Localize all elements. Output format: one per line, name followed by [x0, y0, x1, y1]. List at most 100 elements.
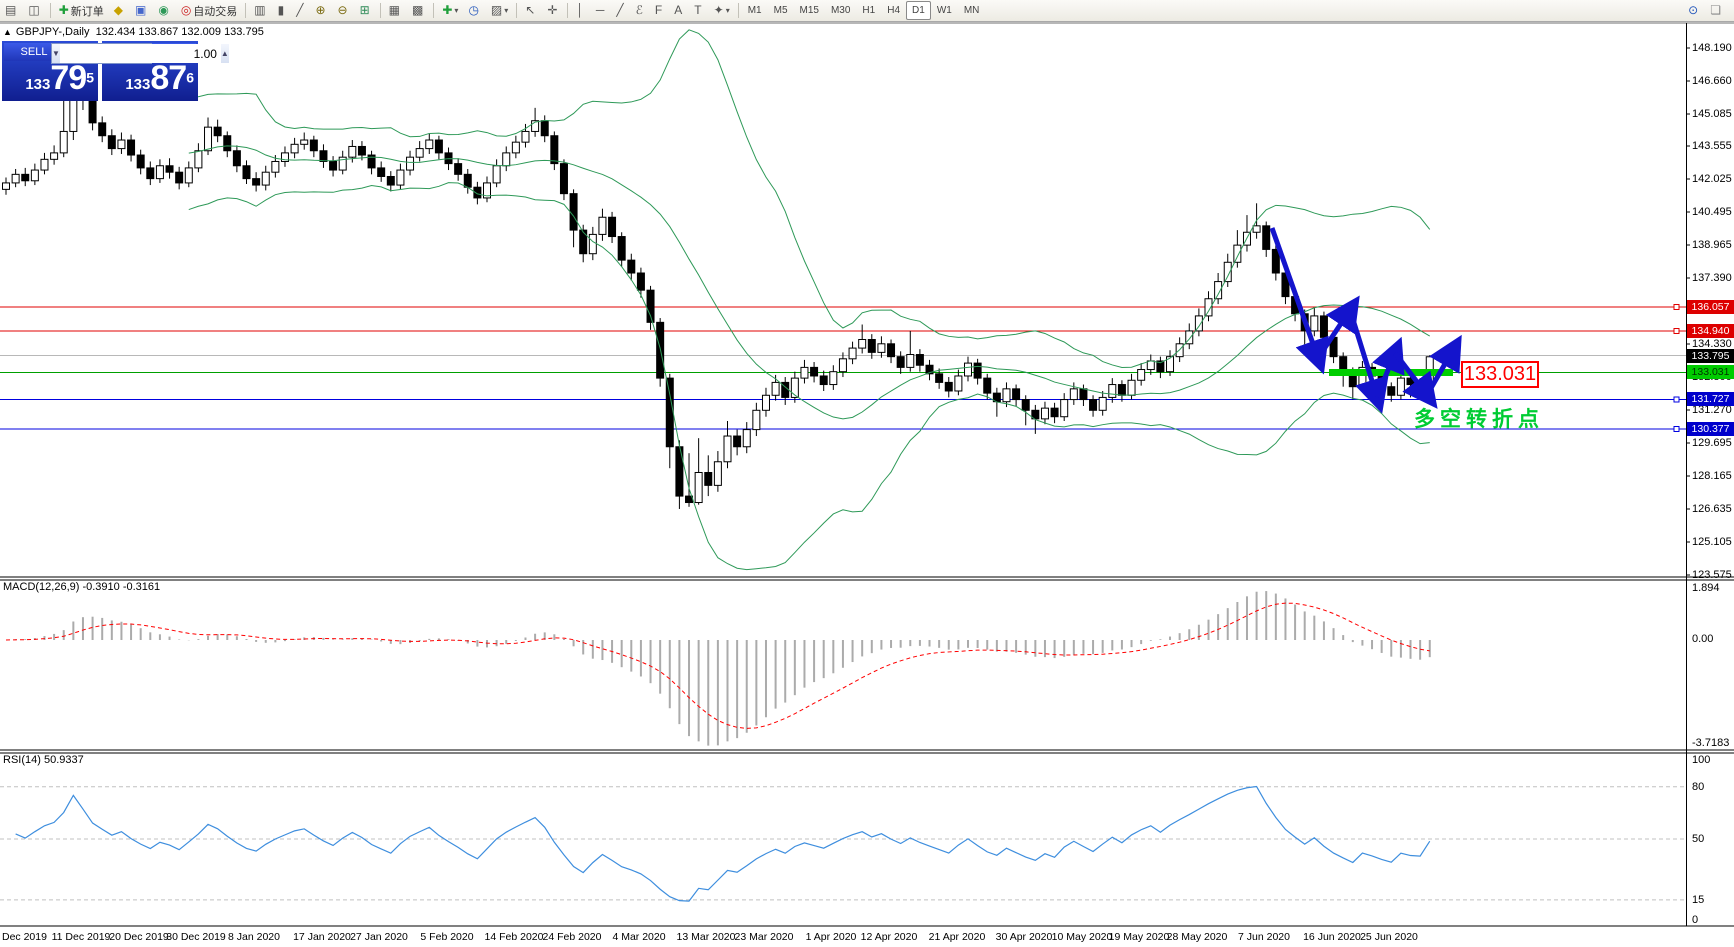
price-axis-label: 137.390: [1692, 272, 1732, 284]
sell-price: 133795: [25, 59, 94, 97]
timeframe-m5[interactable]: M5: [768, 1, 794, 20]
search-icon[interactable]: ⊙: [1684, 1, 1704, 20]
label-tool: T: [694, 3, 702, 17]
price-axis-label: 128.165: [1692, 470, 1732, 482]
time-axis-label: 14 Feb 2020: [484, 931, 544, 943]
channel-tool: ℰ: [635, 3, 643, 17]
chart-profiles-icon: ◫: [28, 3, 40, 17]
indicator-axis-label: 1.894: [1692, 582, 1720, 594]
pivot-annotation-text[interactable]: 多空转折点: [1414, 403, 1544, 433]
vline-tool: │: [576, 3, 584, 17]
indicators-window-icon[interactable]: ▦: [385, 1, 406, 20]
bar-chart-icon[interactable]: ▥: [250, 1, 271, 20]
timeframe-w1[interactable]: W1: [931, 1, 958, 20]
vline-tool[interactable]: │: [572, 1, 590, 20]
crosshair-tool: ✛: [547, 3, 558, 17]
candlestick-chart-icon[interactable]: ▮: [274, 1, 291, 20]
time-axis-label: 25 Jun 2020: [1360, 931, 1418, 943]
fibonacci-tool[interactable]: F: [651, 1, 668, 20]
symbol-header: ▲ GBPJPY-,Daily 132.434 133.867 132.009 1…: [3, 26, 264, 38]
price-axis-label: 145.085: [1692, 108, 1732, 120]
mt4-window: ▤ ◫ ✚ 新订单 ◆ ▣ ◉ ◎ 自动交易 ▥ ▮ ╱ ⊕ ⊖ ⊞ ▦ ▩ ✚ ▾ ◷ ▨ ▾ ↖ ✛ │ ─ ╱ ℰ F A T ✦ ▾ M1…: [0, 0, 1734, 947]
period-clock-icon: ◷: [468, 3, 479, 17]
new-chart-icon[interactable]: ▤: [1, 1, 22, 20]
toolbar: ▤ ◫ ✚ 新订单 ◆ ▣ ◉ ◎ 自动交易 ▥ ▮ ╱ ⊕ ⊖ ⊞ ▦ ▩ ✚ ▾ ◷ ▨ ▾ ↖ ✛ │ ─ ╱ ℰ F A T ✦ ▾ M1…: [0, 0, 1734, 22]
time-axis-label: 1 Apr 2020: [805, 931, 857, 943]
zoom-in-icon[interactable]: ⊕: [311, 1, 331, 20]
timeframe-m1[interactable]: M1: [742, 1, 768, 20]
volume-input[interactable]: [59, 44, 221, 63]
hline-tool[interactable]: ─: [592, 1, 611, 20]
price-axis-label: 140.495: [1692, 206, 1732, 218]
add-indicator-button: ✚: [442, 3, 453, 17]
price-axis-label: 143.555: [1692, 140, 1732, 152]
volume-down-button[interactable]: ▼: [52, 44, 60, 63]
bar-chart-icon: ▥: [254, 3, 266, 17]
history-center-icon[interactable]: ◆: [110, 1, 129, 20]
collapse-icon[interactable]: ▲: [3, 27, 12, 37]
symbol-ohlc: 132.434 133.867 132.009 133.795: [95, 26, 264, 38]
add-indicator-button[interactable]: ✚ ▾: [438, 1, 462, 20]
time-axis-label: 19 May 2020: [1108, 931, 1170, 943]
arrows-tool[interactable]: ✦ ▾: [710, 1, 734, 20]
timeframe-h1[interactable]: H1: [856, 1, 881, 20]
template-dropdown: ▨: [490, 3, 503, 17]
toolbar-separator: [379, 3, 381, 18]
tile-windows-icon: ⊞: [359, 3, 370, 17]
line-chart-icon[interactable]: ╱: [292, 1, 309, 20]
time-axis-label: 30 Dec 2019: [166, 931, 226, 943]
tile-windows-icon[interactable]: ⊞: [356, 1, 376, 20]
price-badge: 131.727: [1687, 392, 1734, 406]
price-badge: 130.377: [1687, 422, 1734, 436]
timeframe-m30[interactable]: M30: [825, 1, 856, 20]
symbol-title: GBPJPY-,Daily: [15, 26, 90, 38]
indicator-axis-label: 80: [1692, 781, 1705, 793]
time-axis-label: 7 Jun 2020: [1238, 931, 1290, 943]
price-badge: 136.057: [1687, 300, 1734, 314]
template-dropdown[interactable]: ▨ ▾: [487, 1, 512, 20]
line-chart-icon: ╱: [296, 3, 304, 17]
support-highlight-bar[interactable]: [1329, 369, 1453, 376]
toolbar-separator: [49, 3, 51, 18]
period-clock-icon[interactable]: ◷: [464, 1, 484, 20]
volume-up-button[interactable]: ▲: [220, 44, 229, 63]
price-alert-box[interactable]: 133.031: [1461, 361, 1539, 388]
new-order-button[interactable]: ✚ 新订单: [55, 1, 108, 20]
time-axis-label: 8 Jan 2020: [228, 931, 280, 943]
zoom-out-icon: ⊖: [337, 3, 348, 17]
channel-tool[interactable]: ℰ: [632, 1, 649, 20]
crosshair-tool[interactable]: ✛: [543, 1, 563, 20]
price-axis-label: 142.025: [1692, 173, 1732, 185]
market-watch-icon[interactable]: ▣: [131, 1, 152, 20]
community-chat-icon[interactable]: ❏: [1706, 1, 1727, 20]
timeframe-m15[interactable]: M15: [794, 1, 825, 20]
time-axis-label: 16 Jun 2020: [1303, 931, 1361, 943]
price-badge: 133.031: [1687, 365, 1734, 379]
buy-price: 133876: [125, 59, 194, 97]
price-axis-label: 148.190: [1692, 42, 1732, 54]
indicator-axis-label: 50: [1692, 833, 1705, 845]
price-badge: 133.795: [1687, 349, 1734, 363]
timeframe-d1[interactable]: D1: [906, 1, 931, 20]
trendline-tool: ╱: [616, 3, 624, 17]
indicator-axis-label: 100: [1692, 754, 1711, 766]
text-tool[interactable]: A: [670, 1, 688, 20]
label-tool[interactable]: T: [690, 1, 707, 20]
auto-trading-button[interactable]: ◎ 自动交易: [177, 1, 241, 20]
text-tool: A: [674, 3, 683, 17]
toolbar-separator: [516, 3, 518, 18]
indicator-axis-label: -3.7183: [1692, 737, 1730, 749]
time-axis-label: 5 Feb 2020: [420, 931, 474, 943]
signals-icon[interactable]: ◉: [154, 1, 174, 20]
trend-zigzag-arrow[interactable]: [1269, 227, 1329, 375]
price-badge: 134.940: [1687, 324, 1734, 338]
timeframe-h4[interactable]: H4: [881, 1, 906, 20]
time-axis-label: 20 Dec 2019: [109, 931, 169, 943]
timeframe-mn[interactable]: MN: [958, 1, 986, 20]
data-window-icon[interactable]: ▩: [408, 1, 429, 20]
one-click-trading-panel: SELL 133795 BUY 133876 ▼ ▲: [2, 41, 229, 101]
cursor-tool[interactable]: ↖: [521, 1, 541, 20]
chart-profiles-icon[interactable]: ◫: [24, 1, 45, 20]
zoom-out-icon[interactable]: ⊖: [334, 1, 354, 20]
trendline-tool[interactable]: ╱: [612, 1, 629, 20]
